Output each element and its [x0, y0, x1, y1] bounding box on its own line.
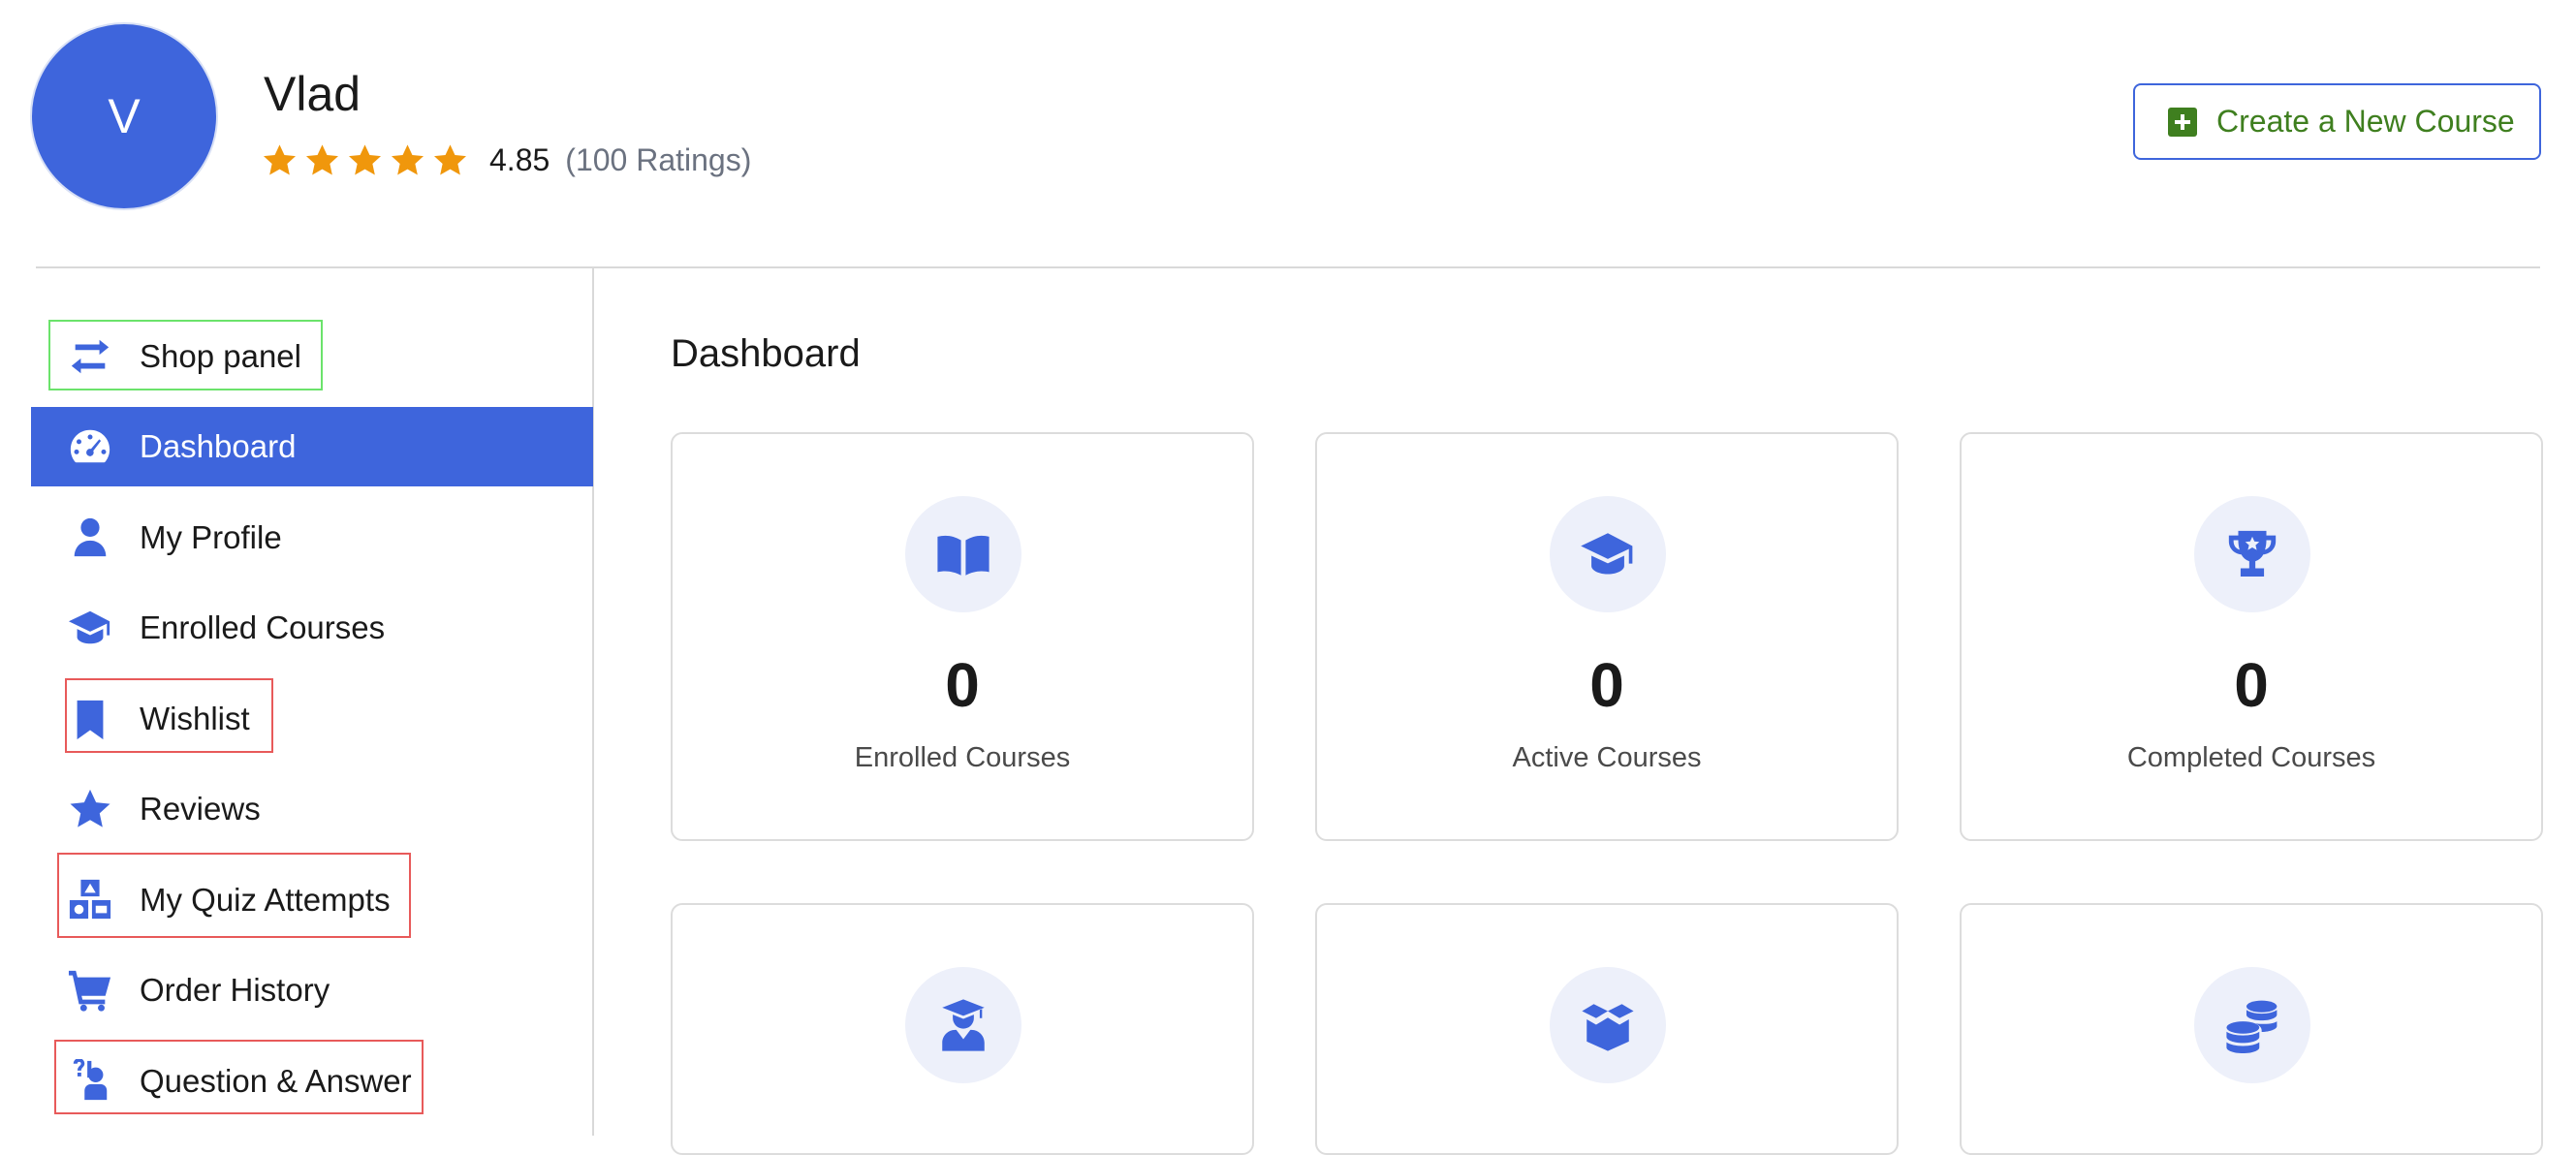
- create-course-label: Create a New Course: [2216, 104, 2515, 139]
- star-icon: [306, 143, 338, 174]
- sidebar-item-label: Order History: [140, 972, 330, 1008]
- bookmark-icon: [77, 700, 104, 740]
- stat-card-active: 0 Active Courses: [1315, 432, 1899, 841]
- sidebar-item-label: Wishlist: [140, 701, 250, 736]
- sidebar-item-wishlist[interactable]: Wishlist: [31, 679, 593, 759]
- graduation-cap-icon: [1581, 533, 1633, 575]
- stat-card-enrolled: 0 Enrolled Courses: [671, 432, 1254, 841]
- gauge-icon: [70, 429, 110, 463]
- stat-card-box: [1315, 903, 1899, 1155]
- stat-value: 0: [1589, 650, 1624, 720]
- user-icon: [74, 517, 107, 557]
- graduation-cap-icon: [68, 610, 110, 644]
- student-icon: [942, 999, 985, 1051]
- sidebar-item-my-profile[interactable]: My Profile: [31, 498, 593, 578]
- star-icon: [349, 143, 381, 174]
- arrows-exchange-icon: [71, 339, 110, 374]
- book-open-icon: [937, 535, 990, 576]
- sidebar-item-label: My Profile: [140, 519, 282, 555]
- trophy-icon: [2228, 530, 2277, 577]
- sidebar-item-my-quiz-attempts[interactable]: My Quiz Attempts: [31, 860, 593, 940]
- person-question-icon: [73, 1059, 108, 1101]
- icon-circle: [1550, 496, 1666, 612]
- stat-value: 0: [2234, 650, 2269, 720]
- sidebar-item-label: Question & Answer: [140, 1063, 412, 1099]
- icon-circle: [2194, 967, 2310, 1083]
- sidebar-item-order-history[interactable]: Order History: [31, 951, 593, 1030]
- sidebar-item-label: Dashboard: [140, 428, 297, 464]
- icon-circle: [2194, 496, 2310, 612]
- sidebar-item-enrolled-courses[interactable]: Enrolled Courses: [31, 588, 593, 668]
- stat-card-students: [671, 903, 1254, 1155]
- sidebar-item-label: Enrolled Courses: [140, 609, 386, 645]
- sidebar-item-dashboard[interactable]: Dashboard: [31, 407, 593, 486]
- star-icon: [70, 789, 110, 827]
- user-name: Vlad: [264, 67, 361, 121]
- sidebar-item-label: Shop panel: [140, 338, 301, 374]
- create-course-button[interactable]: Create a New Course: [2133, 83, 2541, 160]
- sidebar-item-shop-panel[interactable]: Shop panel: [31, 317, 593, 396]
- rating-count: (100 Ratings): [565, 141, 752, 177]
- stat-card-completed: 0 Completed Courses: [1960, 432, 2543, 841]
- rating-row: 4.85 (100 Ratings): [262, 139, 751, 181]
- icon-circle: [905, 496, 1021, 612]
- plus-square-icon: [2168, 107, 2197, 137]
- rating-stars: [262, 142, 468, 178]
- sidebar-item-label: Reviews: [140, 791, 261, 827]
- icon-circle: [1550, 967, 1666, 1083]
- stat-label: Completed Courses: [2126, 742, 2376, 773]
- page-title: Dashboard: [671, 332, 861, 375]
- open-box-icon: [1582, 1004, 1634, 1051]
- stat-value: 0: [945, 650, 980, 720]
- stat-card-coins: [1960, 903, 2543, 1155]
- stat-label: Active Courses: [1512, 742, 1702, 773]
- coins-icon: [2226, 1000, 2278, 1053]
- stat-label: Enrolled Courses: [854, 742, 1071, 773]
- sidebar-item-label: My Quiz Attempts: [140, 882, 391, 918]
- sidebar-item-reviews[interactable]: Reviews: [31, 769, 593, 849]
- star-icon: [264, 143, 296, 174]
- star-icon: [392, 143, 424, 174]
- star-icon: [434, 143, 466, 174]
- shapes-icon: [69, 879, 111, 920]
- sidebar-item-question-answer[interactable]: Question & Answer: [31, 1042, 593, 1121]
- icon-circle: [905, 967, 1021, 1083]
- rating-value: 4.85: [489, 141, 550, 177]
- avatar-letter: V: [108, 89, 141, 143]
- header-divider: [36, 266, 2540, 268]
- avatar: V: [30, 22, 218, 210]
- cart-icon: [68, 970, 111, 1012]
